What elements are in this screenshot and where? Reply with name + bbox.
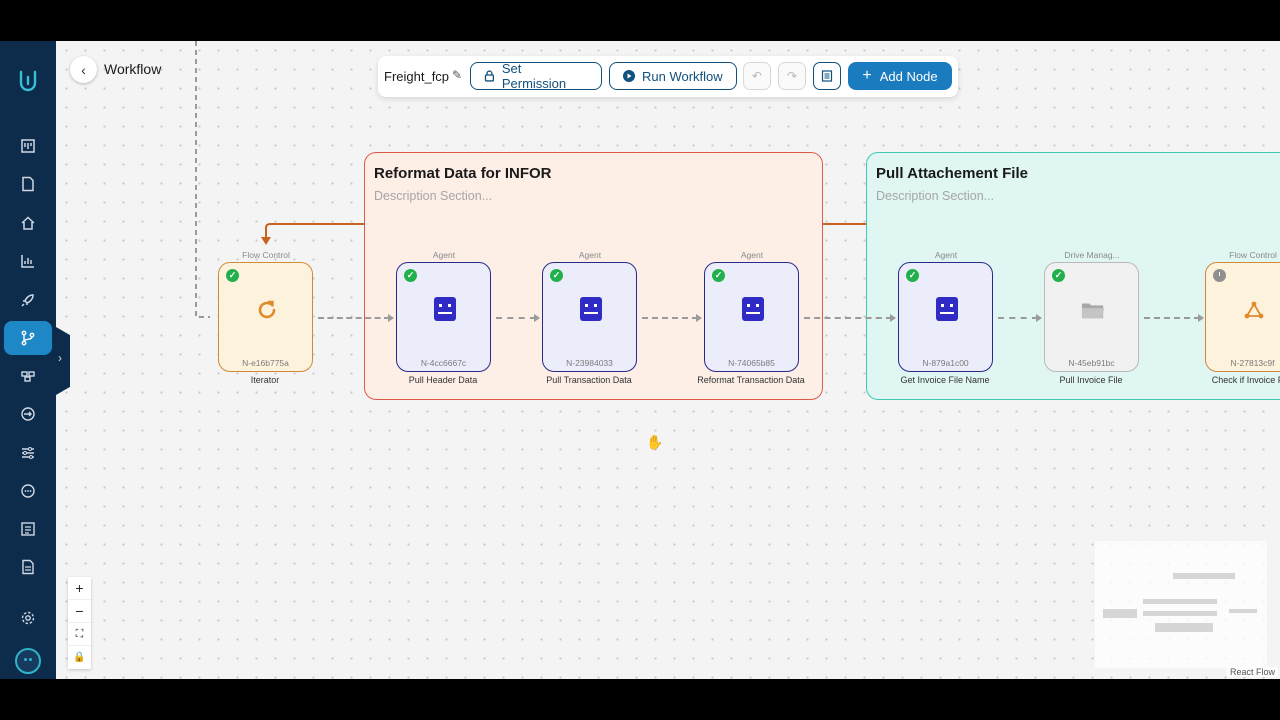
- zoom-controls: + − ⛶ 🔒: [68, 577, 91, 669]
- lock-icon: 🔒: [73, 652, 86, 663]
- node-pull-header-data[interactable]: ✓ N-4cc6667c: [396, 262, 491, 372]
- status-check-icon: ✓: [906, 269, 919, 282]
- node-id: N-e16b775a: [242, 358, 289, 368]
- node-type-tag: Agent: [432, 250, 456, 260]
- plus-icon: +: [75, 580, 84, 596]
- zoom-in-button[interactable]: +: [68, 577, 91, 600]
- group-title: Pull Attachement File: [876, 165, 1028, 182]
- node-type-tag: Flow Control: [242, 250, 290, 260]
- status-pending-clock-icon: [1213, 269, 1226, 282]
- node-label: Pull Header Data: [408, 375, 478, 385]
- branch-icon: [1244, 301, 1264, 319]
- robot-icon: [936, 297, 958, 321]
- node-get-invoice-file-name[interactable]: ✓ N-879a1c00: [898, 262, 993, 372]
- node-type-tag: Agent: [578, 250, 602, 260]
- robot-icon: [580, 297, 602, 321]
- node-pull-transaction-data[interactable]: ✓ N-23984033: [542, 262, 637, 372]
- node-check-invoice-file[interactable]: N-27813c9f: [1205, 262, 1280, 372]
- zoom-out-button[interactable]: −: [68, 600, 91, 623]
- node-iterator[interactable]: ✓ N-e16b775a: [218, 262, 313, 372]
- group-title: Reformat Data for INFOR: [374, 165, 552, 182]
- hand-cursor-icon: ✋: [646, 434, 664, 450]
- node-type-tag: Flow Control: [1229, 250, 1277, 260]
- loop-icon: [258, 300, 276, 319]
- node-id: N-45eb91bc: [1068, 358, 1115, 368]
- minimap[interactable]: [1095, 541, 1267, 668]
- incoming-edge: [195, 41, 210, 318]
- status-check-icon: ✓: [404, 269, 417, 282]
- fit-view-icon: ⛶: [75, 627, 84, 640]
- fit-view-button[interactable]: ⛶: [68, 623, 91, 646]
- status-check-icon: ✓: [712, 269, 725, 282]
- node-label: Get Invoice File Name: [900, 375, 990, 385]
- react-flow-attribution[interactable]: React Flow: [1226, 667, 1278, 677]
- node-id: N-879a1c00: [922, 358, 969, 368]
- status-check-icon: ✓: [1052, 269, 1065, 282]
- node-label: Pull Transaction Data: [546, 375, 632, 385]
- node-id: N-23984033: [566, 358, 613, 368]
- node-type-tag: Agent: [740, 250, 764, 260]
- folder-icon: [1081, 303, 1105, 319]
- node-label: Iterator: [250, 375, 280, 385]
- node-label: Check if Invoice File: [1211, 375, 1280, 385]
- node-type-tag: Drive Manag...: [1064, 250, 1120, 260]
- node-type-tag: Agent: [934, 250, 958, 260]
- node-id: N-27813c9f: [1230, 358, 1275, 368]
- node-label: Pull Invoice File: [1059, 375, 1123, 385]
- node-pull-invoice-file[interactable]: ✓ N-45eb91bc: [1044, 262, 1139, 372]
- workflow-canvas[interactable]: › ‹ Workflow Freight_fcp ✎ Set Permissio…: [0, 41, 1280, 679]
- group-description[interactable]: Description Section...: [374, 189, 492, 203]
- node-id: N-74065b85: [728, 358, 775, 368]
- loop-back-arrowhead: [261, 237, 271, 245]
- minus-icon: −: [75, 603, 84, 619]
- lock-view-button[interactable]: 🔒: [68, 646, 91, 669]
- robot-icon: [742, 297, 764, 321]
- status-check-icon: ✓: [226, 269, 239, 282]
- robot-icon: [434, 297, 456, 321]
- group-description[interactable]: Description Section...: [876, 189, 994, 203]
- node-label: Reformat Transaction Data: [697, 375, 805, 385]
- node-id: N-4cc6667c: [420, 358, 467, 368]
- node-reformat-transaction-data[interactable]: ✓ N-74065b85: [704, 262, 799, 372]
- status-check-icon: ✓: [550, 269, 563, 282]
